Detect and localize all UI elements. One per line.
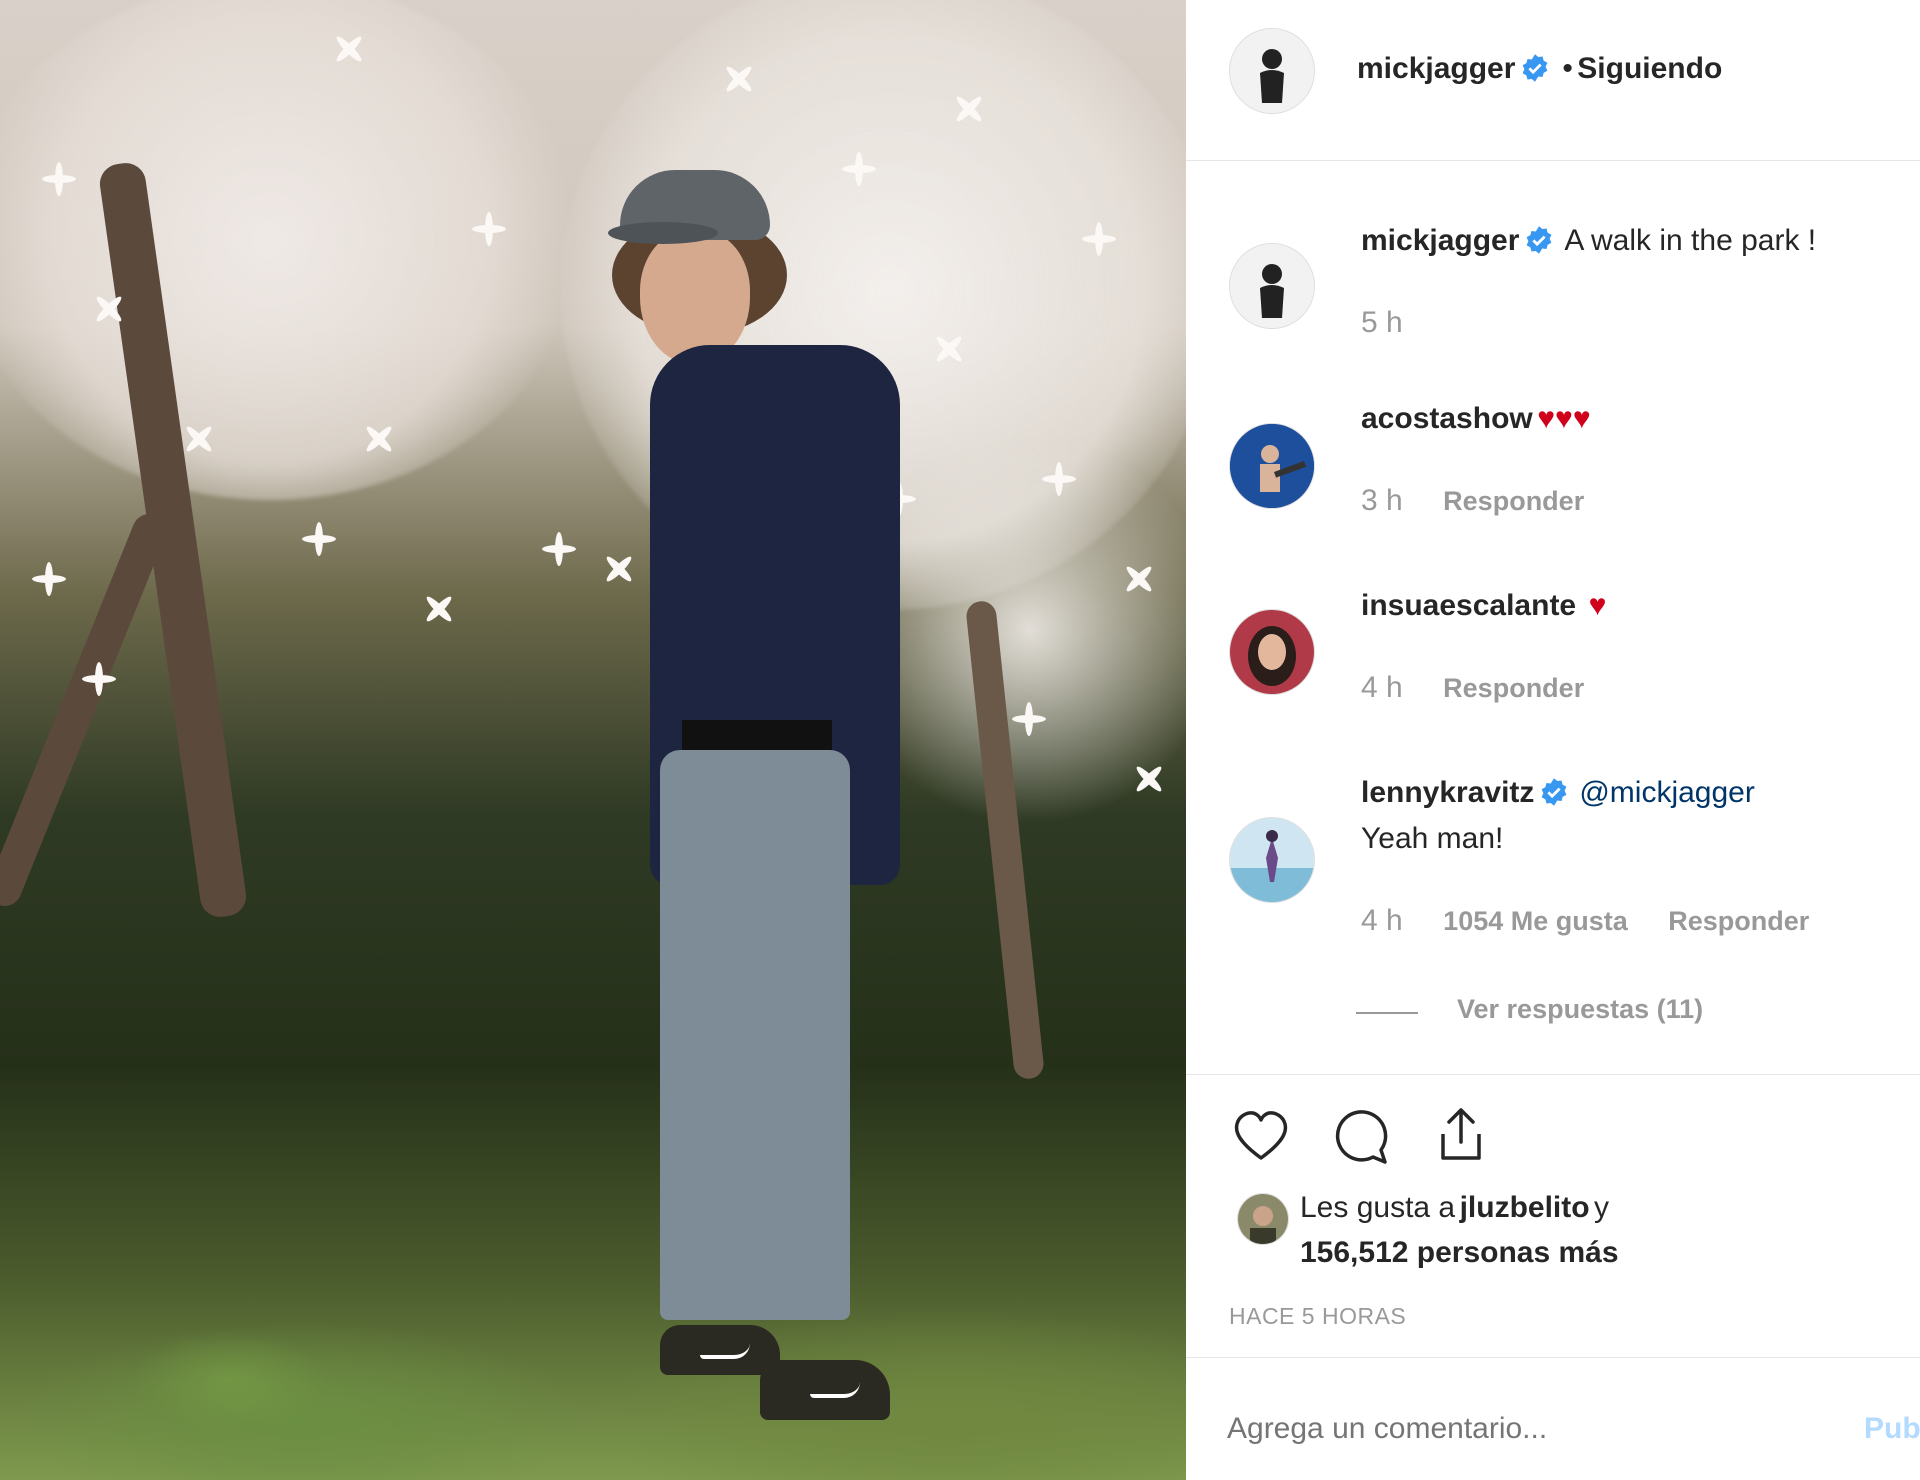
heart-emoji: ♥ [1588, 589, 1607, 622]
jeans [660, 750, 850, 1320]
caption-meta: 5 h [1361, 306, 1403, 340]
likes-prefix: Les gusta a [1300, 1191, 1456, 1224]
flower [330, 30, 368, 68]
comment-insuaescalante: insuaescalante ♥ [1361, 589, 1606, 623]
post-photo[interactable] [0, 0, 1186, 1480]
comment-acostashow: acostashow ♥♥♥ [1361, 402, 1591, 436]
reply-button[interactable]: Responder [1443, 486, 1584, 516]
comment-time[interactable]: 4 h [1361, 671, 1403, 704]
flower [180, 420, 218, 458]
flower [540, 530, 578, 568]
belt [682, 720, 832, 750]
person-figure [608, 160, 910, 1470]
replies-line [1356, 1012, 1418, 1014]
flower [930, 330, 968, 368]
mention-link[interactable]: @mickjagger [1579, 776, 1755, 809]
avatar-jluzbelito[interactable] [1237, 1193, 1289, 1245]
flower [1040, 460, 1078, 498]
comment-username[interactable]: insuaescalante [1361, 589, 1576, 622]
caption: mickjagger A walk in the park ! [1361, 224, 1816, 258]
caption-text: A walk in the park ! [1564, 224, 1817, 257]
heart-emoji: ♥♥♥ [1537, 402, 1591, 435]
comment-likes[interactable]: 1054 Me gusta [1443, 906, 1628, 936]
comment-meta: 3 h Responder [1361, 484, 1584, 518]
comment-meta: 4 h 1054 Me gusta Responder [1361, 904, 1809, 938]
reply-button[interactable]: Responder [1443, 673, 1584, 703]
post-timestamp[interactable]: HACE 5 HORAS [1229, 1303, 1406, 1330]
verified-badge-icon [1541, 778, 1567, 806]
verified-badge-icon [1526, 226, 1552, 254]
post-panel: mickjagger • Siguiendo mickjagger A walk… [1186, 0, 1920, 1480]
comment-time[interactable]: 3 h [1361, 484, 1403, 517]
avatar-mickjagger[interactable] [1229, 28, 1315, 114]
cap-brim [608, 222, 718, 244]
blossom-tree-left [0, 0, 580, 500]
flower [300, 520, 338, 558]
likes-count[interactable]: 156,512 personas más [1300, 1236, 1619, 1269]
caption-username[interactable]: mickjagger [1361, 224, 1519, 257]
flower [1130, 760, 1168, 798]
share-icon[interactable] [1429, 1102, 1493, 1166]
header-separator: • [1562, 52, 1573, 85]
comment-icon[interactable] [1329, 1104, 1393, 1168]
avatar-acostashow[interactable] [1229, 423, 1315, 509]
flower [80, 660, 118, 698]
flower [1120, 560, 1158, 598]
view-replies-row: Ver respuestas (11) [1457, 994, 1703, 1025]
comment-text-row: Yeah man! [1361, 822, 1503, 856]
heart-outline-icon[interactable] [1229, 1104, 1293, 1168]
flower [360, 420, 398, 458]
likes-user[interactable]: jluzbelito [1460, 1191, 1590, 1224]
comment-username[interactable]: lennykravitz [1361, 776, 1534, 809]
likes-connector: y [1594, 1191, 1610, 1224]
comment-username[interactable]: acostashow [1361, 402, 1533, 435]
avatar-mickjagger[interactable] [1229, 243, 1315, 329]
comment-time[interactable]: 4 h [1361, 904, 1403, 937]
comment-text: Yeah man! [1361, 822, 1504, 855]
avatar-lennykravitz[interactable] [1229, 817, 1315, 903]
flower [420, 590, 458, 628]
flower [40, 160, 78, 198]
divider [1186, 160, 1920, 161]
comment-input[interactable] [1227, 1405, 1787, 1453]
likes-line-1: Les gusta a jluzbelito y [1300, 1191, 1609, 1225]
header-username[interactable]: mickjagger [1357, 52, 1515, 85]
post-header: mickjagger • Siguiendo [1357, 52, 1722, 86]
shoe [660, 1325, 780, 1375]
likes-line-2: 156,512 personas más [1300, 1236, 1619, 1270]
follow-status-button[interactable]: Siguiendo [1577, 52, 1722, 85]
flower [30, 560, 68, 598]
comment-lennykravitz: lennykravitz @mickjagger [1361, 776, 1755, 810]
divider [1186, 1074, 1920, 1075]
tree-branch [0, 508, 172, 912]
comment-meta: 4 h Responder [1361, 671, 1584, 705]
flower [720, 60, 758, 98]
flower [90, 290, 128, 328]
reply-button[interactable]: Responder [1668, 906, 1809, 936]
avatar-insuaescalante[interactable] [1229, 609, 1315, 695]
flower [470, 210, 508, 248]
flower [1010, 700, 1048, 738]
shoe [760, 1360, 890, 1420]
flower [950, 90, 988, 128]
flower [1080, 220, 1118, 258]
divider [1186, 1357, 1920, 1358]
verified-badge-icon [1522, 54, 1548, 82]
publish-button[interactable]: Publicar [1864, 1412, 1920, 1446]
view-replies-button[interactable]: Ver respuestas (11) [1457, 994, 1703, 1024]
caption-time[interactable]: 5 h [1361, 306, 1403, 339]
